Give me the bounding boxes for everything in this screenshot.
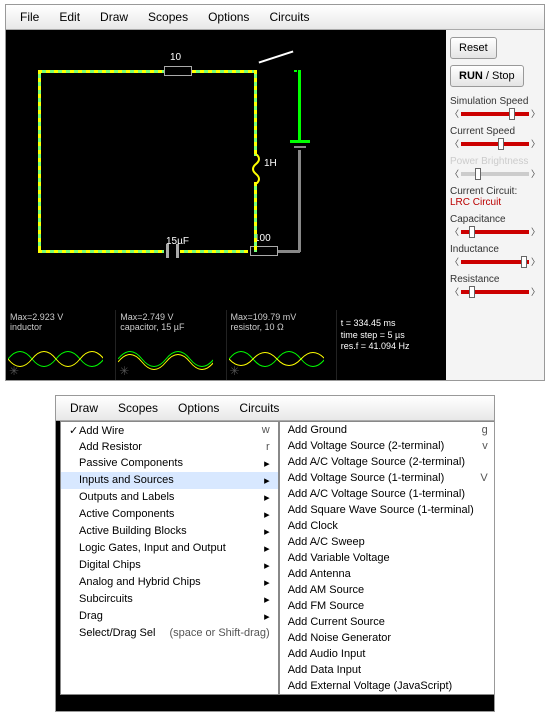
- resistor-r1-label: 10: [170, 52, 181, 63]
- scope-3-desc: resistor, 10 Ω: [231, 322, 332, 332]
- sidebar: Reset RUN / Stop Simulation Speed〈〉Curre…: [446, 30, 544, 380]
- scope-1-max: Max=2.923 V: [10, 312, 111, 322]
- slider-label: Simulation Speed: [450, 96, 540, 107]
- run-stop-button[interactable]: RUN / Stop: [450, 65, 524, 87]
- menu-item[interactable]: Add Data Input: [280, 662, 494, 678]
- scope-3[interactable]: Max=109.79 mV resistor, 10 Ω ✳: [227, 310, 337, 380]
- gear-icon[interactable]: ✳: [9, 364, 19, 378]
- menu-circuits[interactable]: Circuits: [259, 7, 319, 27]
- menu-item[interactable]: Logic Gates, Input and Output▸: [61, 540, 278, 557]
- menu-item[interactable]: Select/Drag Sel(space or Shift-drag): [61, 625, 278, 641]
- chevron-right-icon[interactable]: 〉: [531, 285, 540, 298]
- chevron-right-icon[interactable]: 〉: [531, 137, 540, 150]
- menu-item[interactable]: Add Current Source: [280, 614, 494, 630]
- slider-inductance[interactable]: 〈〉: [450, 255, 540, 268]
- menu-item[interactable]: Add AM Source: [280, 582, 494, 598]
- reset-button[interactable]: Reset: [450, 37, 497, 59]
- menu-draw[interactable]: Draw: [90, 7, 138, 27]
- inductor-label: 1H: [264, 158, 277, 169]
- chevron-left-icon[interactable]: 〈: [450, 107, 459, 120]
- menu-item[interactable]: Add External Voltage (JavaScript): [280, 678, 494, 694]
- menu-item[interactable]: Add Audio Input: [280, 646, 494, 662]
- menu-item[interactable]: Add FM Source: [280, 598, 494, 614]
- scope-info: t = 334.45 ms time step = 5 µs res.f = 4…: [337, 310, 446, 380]
- scope-2-max: Max=2.749 V: [120, 312, 221, 322]
- menu-options[interactable]: Options: [168, 398, 229, 418]
- menu-item[interactable]: Add Clock: [280, 518, 494, 534]
- menu-scopes[interactable]: Scopes: [138, 7, 198, 27]
- slider-simulation-speed[interactable]: 〈〉: [450, 107, 540, 120]
- chevron-right-icon[interactable]: 〉: [531, 255, 540, 268]
- menu-edit[interactable]: Edit: [49, 7, 90, 27]
- current-circuit-name: LRC Circuit: [450, 197, 540, 208]
- menu-item[interactable]: Inputs and Sources▸: [61, 472, 278, 489]
- chevron-right-icon[interactable]: 〉: [531, 225, 540, 238]
- menu-draw[interactable]: Draw: [60, 398, 108, 418]
- menu-item[interactable]: Add Voltage Source (1-terminal)V: [280, 470, 494, 486]
- inductor-coil[interactable]: [250, 154, 262, 184]
- menu-file[interactable]: File: [10, 7, 49, 27]
- menu-item[interactable]: Add Variable Voltage: [280, 550, 494, 566]
- menu-item[interactable]: Add Resistorr: [61, 439, 278, 455]
- menu-item[interactable]: Drag▸: [61, 608, 278, 625]
- menubar-2: DrawScopesOptionsCircuits: [56, 396, 494, 421]
- menu-item[interactable]: Passive Components▸: [61, 455, 278, 472]
- slider-label: Inductance: [450, 244, 540, 255]
- scope-1-desc: inductor: [10, 322, 111, 332]
- scope-1[interactable]: Max=2.923 V inductor ✳: [6, 310, 116, 380]
- draw-menu: ✓Add WirewAdd ResistorrPassive Component…: [60, 421, 279, 695]
- chevron-left-icon[interactable]: 〈: [450, 167, 459, 180]
- menu-item[interactable]: Add Square Wave Source (1-terminal): [280, 502, 494, 518]
- menu-item[interactable]: Add Antenna: [280, 566, 494, 582]
- menu-item[interactable]: Add A/C Voltage Source (2-terminal): [280, 454, 494, 470]
- gear-icon[interactable]: ✳: [230, 364, 240, 378]
- slider-label: Power Brightness: [450, 156, 540, 167]
- gear-icon[interactable]: ✳: [119, 364, 129, 378]
- scope-2[interactable]: Max=2.749 V capacitor, 15 µF ✳: [116, 310, 226, 380]
- menu-item[interactable]: Add A/C Voltage Source (1-terminal): [280, 486, 494, 502]
- resistor-r1[interactable]: [164, 66, 192, 76]
- slider-current-speed[interactable]: 〈〉: [450, 137, 540, 150]
- chevron-left-icon[interactable]: 〈: [450, 137, 459, 150]
- menu-item[interactable]: Active Building Blocks▸: [61, 523, 278, 540]
- menu-item[interactable]: Digital Chips▸: [61, 557, 278, 574]
- menu-item[interactable]: ✓Add Wirew: [61, 422, 278, 439]
- chevron-right-icon[interactable]: 〉: [531, 107, 540, 120]
- current-circuit-label: Current Circuit:: [450, 186, 540, 197]
- menu-item[interactable]: Active Components▸: [61, 506, 278, 523]
- chevron-left-icon[interactable]: 〈: [450, 225, 459, 238]
- scope-2-desc: capacitor, 15 µF: [120, 322, 221, 332]
- slider-resistance[interactable]: 〈〉: [450, 285, 540, 298]
- inputs-sources-submenu: Add GroundgAdd Voltage Source (2-termina…: [279, 421, 494, 695]
- chevron-right-icon[interactable]: 〉: [531, 167, 540, 180]
- chevron-left-icon[interactable]: 〈: [450, 285, 459, 298]
- chevron-left-icon[interactable]: 〈: [450, 255, 459, 268]
- menu-options[interactable]: Options: [198, 7, 259, 27]
- circuit-canvas[interactable]: 10 15µF 100 1H: [6, 30, 446, 380]
- slider-label: Capacitance: [450, 214, 540, 225]
- menu-scopes[interactable]: Scopes: [108, 398, 168, 418]
- menu-item[interactable]: Analog and Hybrid Chips▸: [61, 574, 278, 591]
- menu-item[interactable]: Subcircuits▸: [61, 591, 278, 608]
- menu-item[interactable]: Add A/C Sweep: [280, 534, 494, 550]
- menubar: FileEditDrawScopesOptionsCircuits: [6, 5, 544, 30]
- slider-power-brightness: 〈〉: [450, 167, 540, 180]
- menu-circuits[interactable]: Circuits: [229, 398, 289, 418]
- switch[interactable]: [259, 50, 294, 63]
- menu-item[interactable]: Outputs and Labels▸: [61, 489, 278, 506]
- menu-item[interactable]: Add Voltage Source (2-terminal)v: [280, 438, 494, 454]
- slider-label: Resistance: [450, 274, 540, 285]
- circuit-canvas-2[interactable]: ✓Add WirewAdd ResistorrPassive Component…: [56, 421, 494, 711]
- slider-label: Current Speed: [450, 126, 540, 137]
- menu-item[interactable]: Add Noise Generator: [280, 630, 494, 646]
- scope-area: Max=2.923 V inductor ✳ Max=2.749 V capac…: [6, 310, 446, 380]
- scope-3-max: Max=109.79 mV: [231, 312, 332, 322]
- menu-item[interactable]: Add Groundg: [280, 422, 494, 438]
- slider-capacitance[interactable]: 〈〉: [450, 225, 540, 238]
